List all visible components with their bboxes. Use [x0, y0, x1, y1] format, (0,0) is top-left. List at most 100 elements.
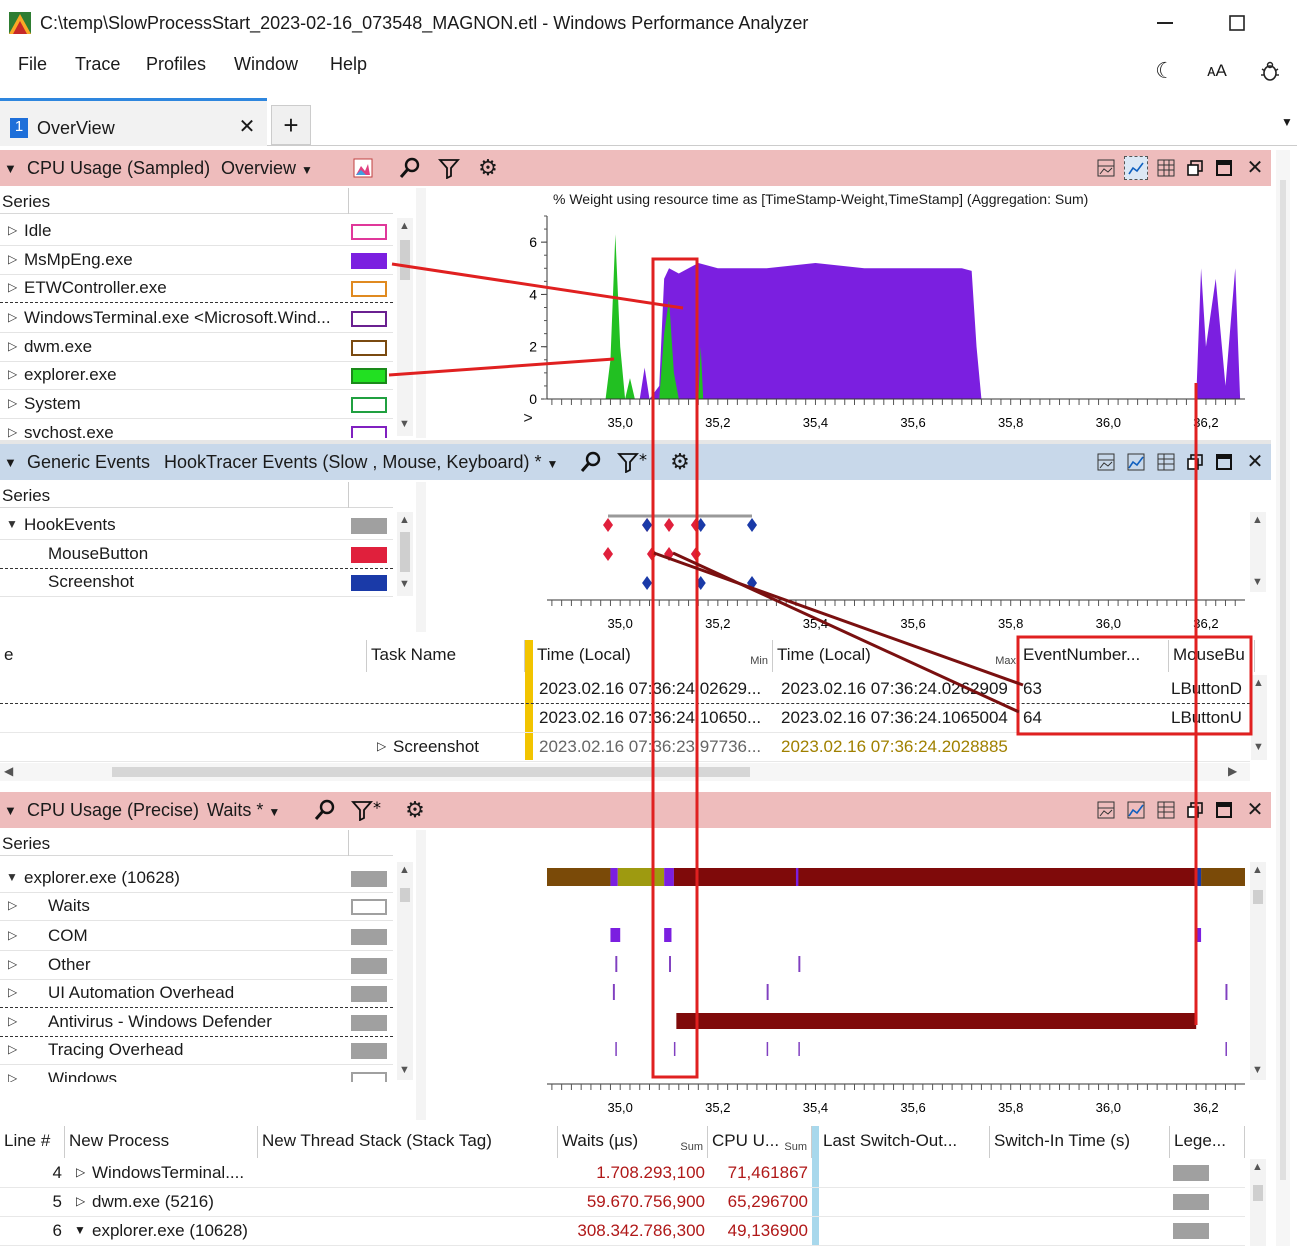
graph-only-icon[interactable] [1124, 156, 1148, 180]
outer-scrollbar[interactable] [1276, 150, 1290, 1246]
scroll-thumb[interactable] [400, 888, 410, 902]
table-only-icon[interactable] [1156, 158, 1176, 178]
expand-icon[interactable]: ▷ [8, 1014, 17, 1028]
series-row-idle[interactable]: ▷ Idle [0, 218, 393, 246]
table-graph-icon[interactable] [1096, 158, 1116, 178]
series-color-swatch[interactable] [351, 368, 387, 384]
series-color-swatch[interactable] [351, 518, 387, 534]
series-color-swatch[interactable] [351, 1015, 387, 1031]
series-row-windowsterminal[interactable]: ▷ WindowsTerminal.exe <Microsoft.Wind... [0, 305, 393, 333]
expand-icon[interactable]: ▷ [8, 928, 17, 942]
scroll-up-icon[interactable]: ▲ [1252, 514, 1263, 526]
expand-icon[interactable]: ▷ [8, 252, 17, 266]
scroll-up-icon[interactable]: ▲ [399, 864, 410, 876]
collapse-icon[interactable]: ▼ [6, 517, 18, 531]
series-row-waits[interactable]: ▷ Waits [0, 893, 393, 921]
table-scrollbar[interactable]: ▲ ▼ [1251, 675, 1267, 760]
collapse-icon[interactable]: ▼ [74, 1223, 86, 1237]
filter-icon[interactable] [437, 156, 461, 180]
series-color-swatch[interactable] [351, 340, 387, 356]
close-tab-icon[interactable]: ✕ [236, 115, 258, 138]
column-header-last-switch-out[interactable]: Last Switch-Out... [819, 1126, 990, 1158]
expand-icon[interactable]: ▷ [76, 1194, 85, 1208]
restore-icon[interactable] [1185, 452, 1205, 472]
collapse-icon[interactable]: ▼ [4, 161, 17, 176]
graph-only-icon[interactable] [1126, 452, 1146, 472]
preset-dropdown[interactable]: Overview ▼ [221, 158, 313, 179]
series-row-tracing-overhead[interactable]: ▷ Tracing Overhead [0, 1037, 393, 1065]
series-color-swatch[interactable] [351, 224, 387, 240]
collapse-icon[interactable]: ▼ [6, 870, 18, 884]
tab-overview[interactable]: 1 OverView ✕ [0, 98, 267, 146]
cpu-precise-chart[interactable]: 35,0 35,2 35,4 35,6 35,8 36,0 36,2 [500, 858, 1260, 1120]
series-row-svchost[interactable]: ▷ svchost.exe [0, 420, 393, 438]
close-panel-icon[interactable]: ✕ [1244, 450, 1266, 473]
series-row-screenshot[interactable]: Screenshot [0, 569, 393, 597]
expand-icon[interactable]: ▷ [8, 280, 17, 294]
graph-only-icon[interactable] [1126, 800, 1146, 820]
expand-icon[interactable]: ▷ [8, 898, 17, 912]
column-header[interactable]: e [0, 640, 367, 672]
expand-icon[interactable]: ▷ [8, 223, 17, 237]
column-header-mousebutton[interactable]: MouseBu [1169, 640, 1255, 672]
series-color-swatch[interactable] [351, 253, 387, 269]
scroll-thumb[interactable] [400, 240, 410, 280]
moon-icon[interactable]: ☾ [1152, 58, 1178, 84]
series-color-swatch[interactable] [351, 281, 387, 297]
scroll-down-icon[interactable]: ▼ [399, 1064, 410, 1076]
maximize-button[interactable] [1222, 10, 1252, 36]
horizontal-scrollbar[interactable]: ◀ ▶ [0, 763, 1250, 781]
series-row-hookevents[interactable]: ▼ HookEvents [0, 512, 393, 540]
table-row[interactable]: 6 ▼ explorer.exe (10628) 308.342.786,300… [0, 1217, 1245, 1246]
expand-icon[interactable]: ▷ [8, 339, 17, 353]
series-row-mousebutton[interactable]: MouseButton [0, 541, 393, 569]
series-color-swatch[interactable] [351, 899, 387, 915]
table-graph-icon[interactable] [1096, 452, 1116, 472]
column-header-task-name[interactable]: Task Name [367, 640, 525, 672]
series-color-swatch[interactable] [351, 426, 387, 438]
expand-icon[interactable]: ▷ [377, 739, 386, 753]
generic-events-chart[interactable]: 35,0 35,2 35,4 35,6 35,8 36,0 36,2 [500, 505, 1260, 635]
splitter[interactable] [416, 830, 426, 1120]
series-color-swatch[interactable] [351, 397, 387, 413]
restore-icon[interactable] [1185, 800, 1205, 820]
column-header-time-min[interactable]: Time (Local) Min [533, 640, 773, 672]
series-color-swatch[interactable] [351, 575, 387, 591]
scroll-down-icon[interactable]: ▼ [399, 578, 410, 590]
expand-icon[interactable]: ▷ [8, 957, 17, 971]
scroll-thumb[interactable] [1280, 180, 1286, 1180]
column-header-cpu-usage[interactable]: CPU U... Sum [708, 1126, 812, 1158]
cpu-sampled-chart[interactable]: 0 2 4 6 35,0 35,2 35,4 35,6 35,8 36,0 36,2 [500, 210, 1260, 440]
scroll-left-icon[interactable]: ◀ [4, 764, 13, 778]
series-row-explorer[interactable]: ▷ explorer.exe [0, 362, 393, 390]
series-color-swatch[interactable] [351, 547, 387, 563]
scroll-down-icon[interactable]: ▼ [399, 418, 410, 430]
maximize-panel-icon[interactable] [1214, 452, 1234, 472]
column-header-new-process[interactable]: New Process [65, 1126, 258, 1158]
menu-trace[interactable]: Trace [75, 54, 120, 75]
series-scrollbar[interactable]: ▲ ▼ [397, 862, 413, 1080]
series-scrollbar[interactable]: ▲ ▼ [397, 512, 413, 596]
series-color-swatch[interactable] [351, 871, 387, 887]
series-row-windows[interactable]: ▷ Windows [0, 1066, 393, 1082]
restore-icon[interactable] [1185, 158, 1205, 178]
series-row-dwm[interactable]: ▷ dwm.exe [0, 334, 393, 362]
settings-gear-icon[interactable]: ⚙ [668, 449, 692, 474]
maximize-panel-icon[interactable] [1214, 158, 1234, 178]
add-tab-button[interactable]: + [271, 105, 311, 145]
series-row-msmpeng[interactable]: ▷ MsMpEng.exe [0, 247, 393, 275]
menu-window[interactable]: Window [234, 54, 298, 75]
scroll-down-icon[interactable]: ▼ [1252, 1064, 1263, 1076]
table-row[interactable]: 2023.02.16 07:36:24.10650... 2023.02.16 … [0, 704, 1250, 733]
tab-overflow-icon[interactable]: ▼ [1278, 112, 1296, 132]
search-icon[interactable] [313, 798, 337, 822]
chart-scrollbar[interactable]: ▲ ▼ [1250, 862, 1266, 1080]
column-header-legend[interactable]: Lege... [1170, 1126, 1245, 1158]
color-palette-icon[interactable] [352, 157, 374, 179]
column-header-time-max[interactable]: Time (Local) Max [773, 640, 1019, 672]
series-color-swatch[interactable] [351, 1043, 387, 1059]
scroll-up-icon[interactable]: ▲ [1253, 677, 1264, 689]
expand-icon[interactable]: ▷ [8, 396, 17, 410]
filter-active-icon[interactable]: * [350, 798, 386, 822]
scroll-up-icon[interactable]: ▲ [1252, 1161, 1263, 1173]
